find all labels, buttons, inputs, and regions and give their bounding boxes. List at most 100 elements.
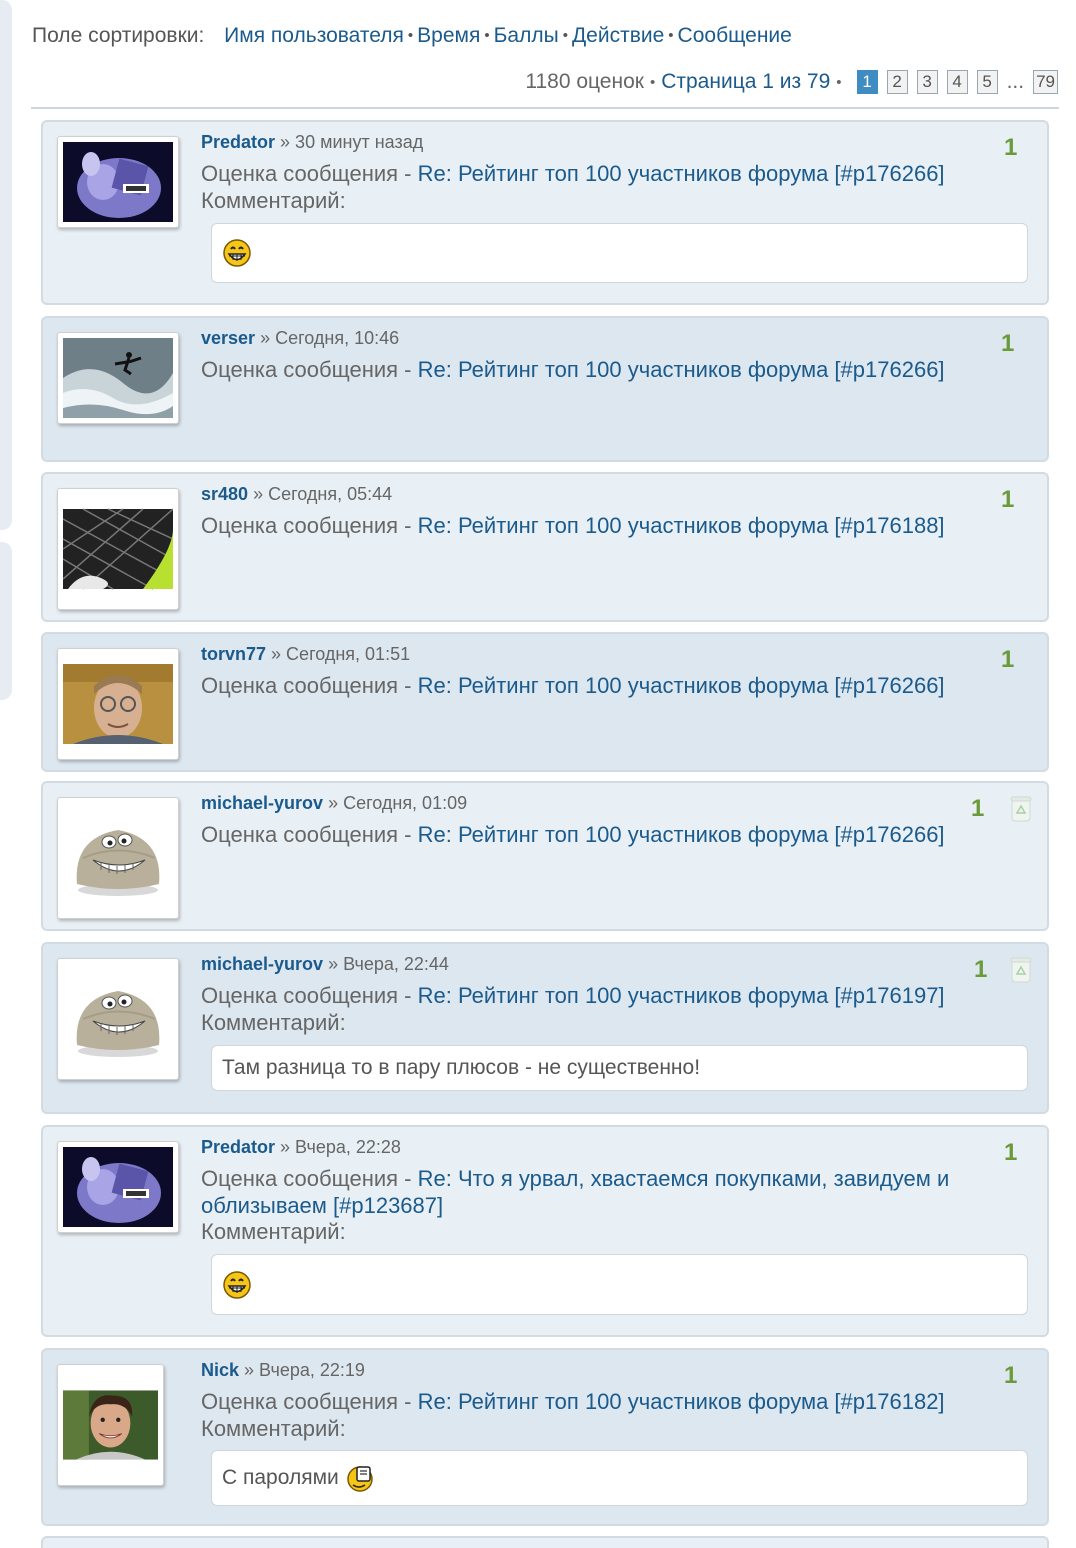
username-link[interactable]: michael-yurov — [201, 954, 323, 974]
avatar[interactable] — [57, 488, 179, 610]
rating-entry-partial — [41, 1536, 1049, 1548]
divider — [31, 107, 1059, 109]
sort-bar: Поле сортировки: Имя пользователя • Время •… — [32, 24, 792, 48]
comment-label: Комментарий: — [201, 188, 346, 213]
young-man-avatar-image — [63, 1370, 158, 1480]
timestamp: » Сегодня, 05:44 — [253, 484, 393, 504]
ratings-count: 1180 оценок — [525, 70, 644, 93]
avatar[interactable] — [57, 958, 179, 1080]
page-2-link[interactable]: 2 — [886, 70, 908, 94]
post-link[interactable]: Re: Рейтинг топ 100 участников форума [#… — [418, 161, 945, 186]
grin-smiley-icon — [222, 1270, 252, 1300]
entry-meta: Predator » 30 минут назад — [201, 132, 423, 153]
rating-score: 1 — [1004, 1362, 1018, 1389]
rating-entry: Predator » Вчера, 22:28 Оценка сообщения… — [41, 1125, 1049, 1337]
sort-by-username-link[interactable]: Имя пользователя — [224, 24, 404, 47]
timestamp: » Вчера, 22:28 — [280, 1137, 401, 1157]
entry-meta: sr480 » Сегодня, 05:44 — [201, 484, 392, 505]
rating-prefix: Оценка сообщения - — [201, 983, 418, 1008]
rating-prefix: Оценка сообщения - — [201, 1389, 418, 1414]
rating-entry: Nick » Вчера, 22:19 Оценка сообщения - R… — [41, 1348, 1049, 1526]
avatar[interactable] — [57, 648, 179, 760]
rating-title: Оценка сообщения - Re: Рейтинг топ 100 у… — [201, 356, 991, 383]
rating-prefix: Оценка сообщения - — [201, 1166, 418, 1191]
rating-score: 1 — [1001, 646, 1015, 673]
rating-score: 1 — [971, 795, 985, 822]
separator-dot: • — [836, 73, 842, 91]
rating-prefix: Оценка сообщения - — [201, 673, 418, 698]
fishnet-avatar-image — [63, 494, 173, 604]
rating-title: Оценка сообщения - Re: Рейтинг топ 100 у… — [201, 512, 991, 539]
stone-smiley-avatar-image — [63, 964, 173, 1074]
timestamp: » 30 минут назад — [280, 132, 424, 152]
purple-cartoon-avatar-image — [63, 1147, 173, 1227]
comment-box — [211, 1254, 1028, 1315]
username-link[interactable]: torvn77 — [201, 644, 266, 664]
timestamp: » Сегодня, 10:46 — [260, 328, 400, 348]
recycle-bin-icon[interactable] — [1010, 795, 1032, 823]
entry-meta: torvn77 » Сегодня, 01:51 — [201, 644, 410, 665]
avatar[interactable] — [57, 1364, 164, 1486]
side-panel-tab — [0, 0, 12, 530]
rating-title: Оценка сообщения - Re: Что я урвал, хвас… — [201, 1165, 991, 1219]
post-link[interactable]: Re: Рейтинг топ 100 участников форума [#… — [418, 822, 945, 847]
page-4-link[interactable]: 4 — [946, 70, 968, 94]
rating-score: 1 — [1004, 1139, 1018, 1166]
rating-score: 1 — [1001, 486, 1015, 513]
sort-by-time-link[interactable]: Время — [417, 24, 480, 47]
separator-dot: • — [668, 27, 674, 44]
comment-box — [211, 223, 1028, 283]
recycle-bin-icon[interactable] — [1010, 956, 1032, 984]
stone-smiley-avatar-image — [63, 803, 173, 913]
side-panel-tab-secondary — [0, 542, 12, 700]
page-last-link[interactable]: 79 — [1033, 70, 1058, 94]
rating-prefix: Оценка сообщения - — [201, 822, 418, 847]
username-link[interactable]: Nick — [201, 1360, 239, 1380]
sort-by-points-link[interactable]: Баллы — [494, 24, 559, 47]
avatar[interactable] — [57, 1141, 179, 1233]
timestamp: » Вчера, 22:19 — [244, 1360, 365, 1380]
page-5-link[interactable]: 5 — [976, 70, 998, 94]
rating-score: 1 — [974, 956, 988, 983]
man-glasses-avatar-image — [63, 654, 173, 754]
username-link[interactable]: verser — [201, 328, 255, 348]
comment-text: Там разница то в пару плюсов - не сущест… — [222, 1056, 701, 1079]
grin-smiley-icon — [222, 238, 252, 268]
avatar[interactable] — [57, 797, 179, 919]
rating-score: 1 — [1004, 134, 1018, 161]
entry-meta: verser » Сегодня, 10:46 — [201, 328, 399, 349]
rating-title: Оценка сообщения - Re: Рейтинг топ 100 у… — [201, 982, 991, 1009]
timestamp: » Вчера, 22:44 — [328, 954, 449, 974]
post-link[interactable]: Re: Рейтинг топ 100 участников форума [#… — [418, 1389, 945, 1414]
pagination: 1180 оценок • Страница 1 из 79 • 1 2 3 4… — [525, 70, 1058, 94]
rating-entry: torvn77 » Сегодня, 01:51 Оценка сообщени… — [41, 632, 1049, 772]
rating-prefix: Оценка сообщения - — [201, 357, 418, 382]
comment-box: Там разница то в пару плюсов - не сущест… — [211, 1045, 1028, 1091]
page-3-link[interactable]: 3 — [916, 70, 938, 94]
post-link[interactable]: Re: Рейтинг топ 100 участников форума [#… — [418, 673, 945, 698]
timestamp: » Сегодня, 01:09 — [328, 793, 468, 813]
entry-meta: Predator » Вчера, 22:28 — [201, 1137, 401, 1158]
username-link[interactable]: Predator — [201, 132, 275, 152]
username-link[interactable]: michael-yurov — [201, 793, 323, 813]
post-link[interactable]: Re: Рейтинг топ 100 участников форума [#… — [418, 513, 945, 538]
drinking-smiley-icon — [345, 1463, 375, 1493]
post-link[interactable]: Re: Рейтинг топ 100 участников форума [#… — [418, 983, 945, 1008]
rating-title: Оценка сообщения - Re: Рейтинг топ 100 у… — [201, 672, 991, 699]
separator-dot: • — [649, 73, 656, 91]
rating-prefix: Оценка сообщения - — [201, 513, 418, 538]
username-link[interactable]: Predator — [201, 1137, 275, 1157]
pager-ellipsis: ... — [1006, 70, 1025, 93]
avatar[interactable] — [57, 136, 179, 228]
rating-entry: Predator » 30 минут назад Оценка сообщен… — [41, 120, 1049, 305]
post-link[interactable]: Re: Рейтинг топ 100 участников форума [#… — [418, 357, 945, 382]
rating-entry: michael-yurov » Сегодня, 01:09 Оценка со… — [41, 781, 1049, 931]
page-1-current: 1 — [856, 70, 878, 94]
rating-title: Оценка сообщения - Re: Рейтинг топ 100 у… — [201, 160, 991, 187]
separator-dot: • — [562, 27, 568, 44]
rating-entry: sr480 » Сегодня, 05:44 Оценка сообщения … — [41, 472, 1049, 622]
sort-by-action-link[interactable]: Действие — [572, 24, 664, 47]
avatar[interactable] — [57, 332, 179, 424]
username-link[interactable]: sr480 — [201, 484, 248, 504]
sort-by-message-link[interactable]: Сообщение — [678, 24, 792, 47]
